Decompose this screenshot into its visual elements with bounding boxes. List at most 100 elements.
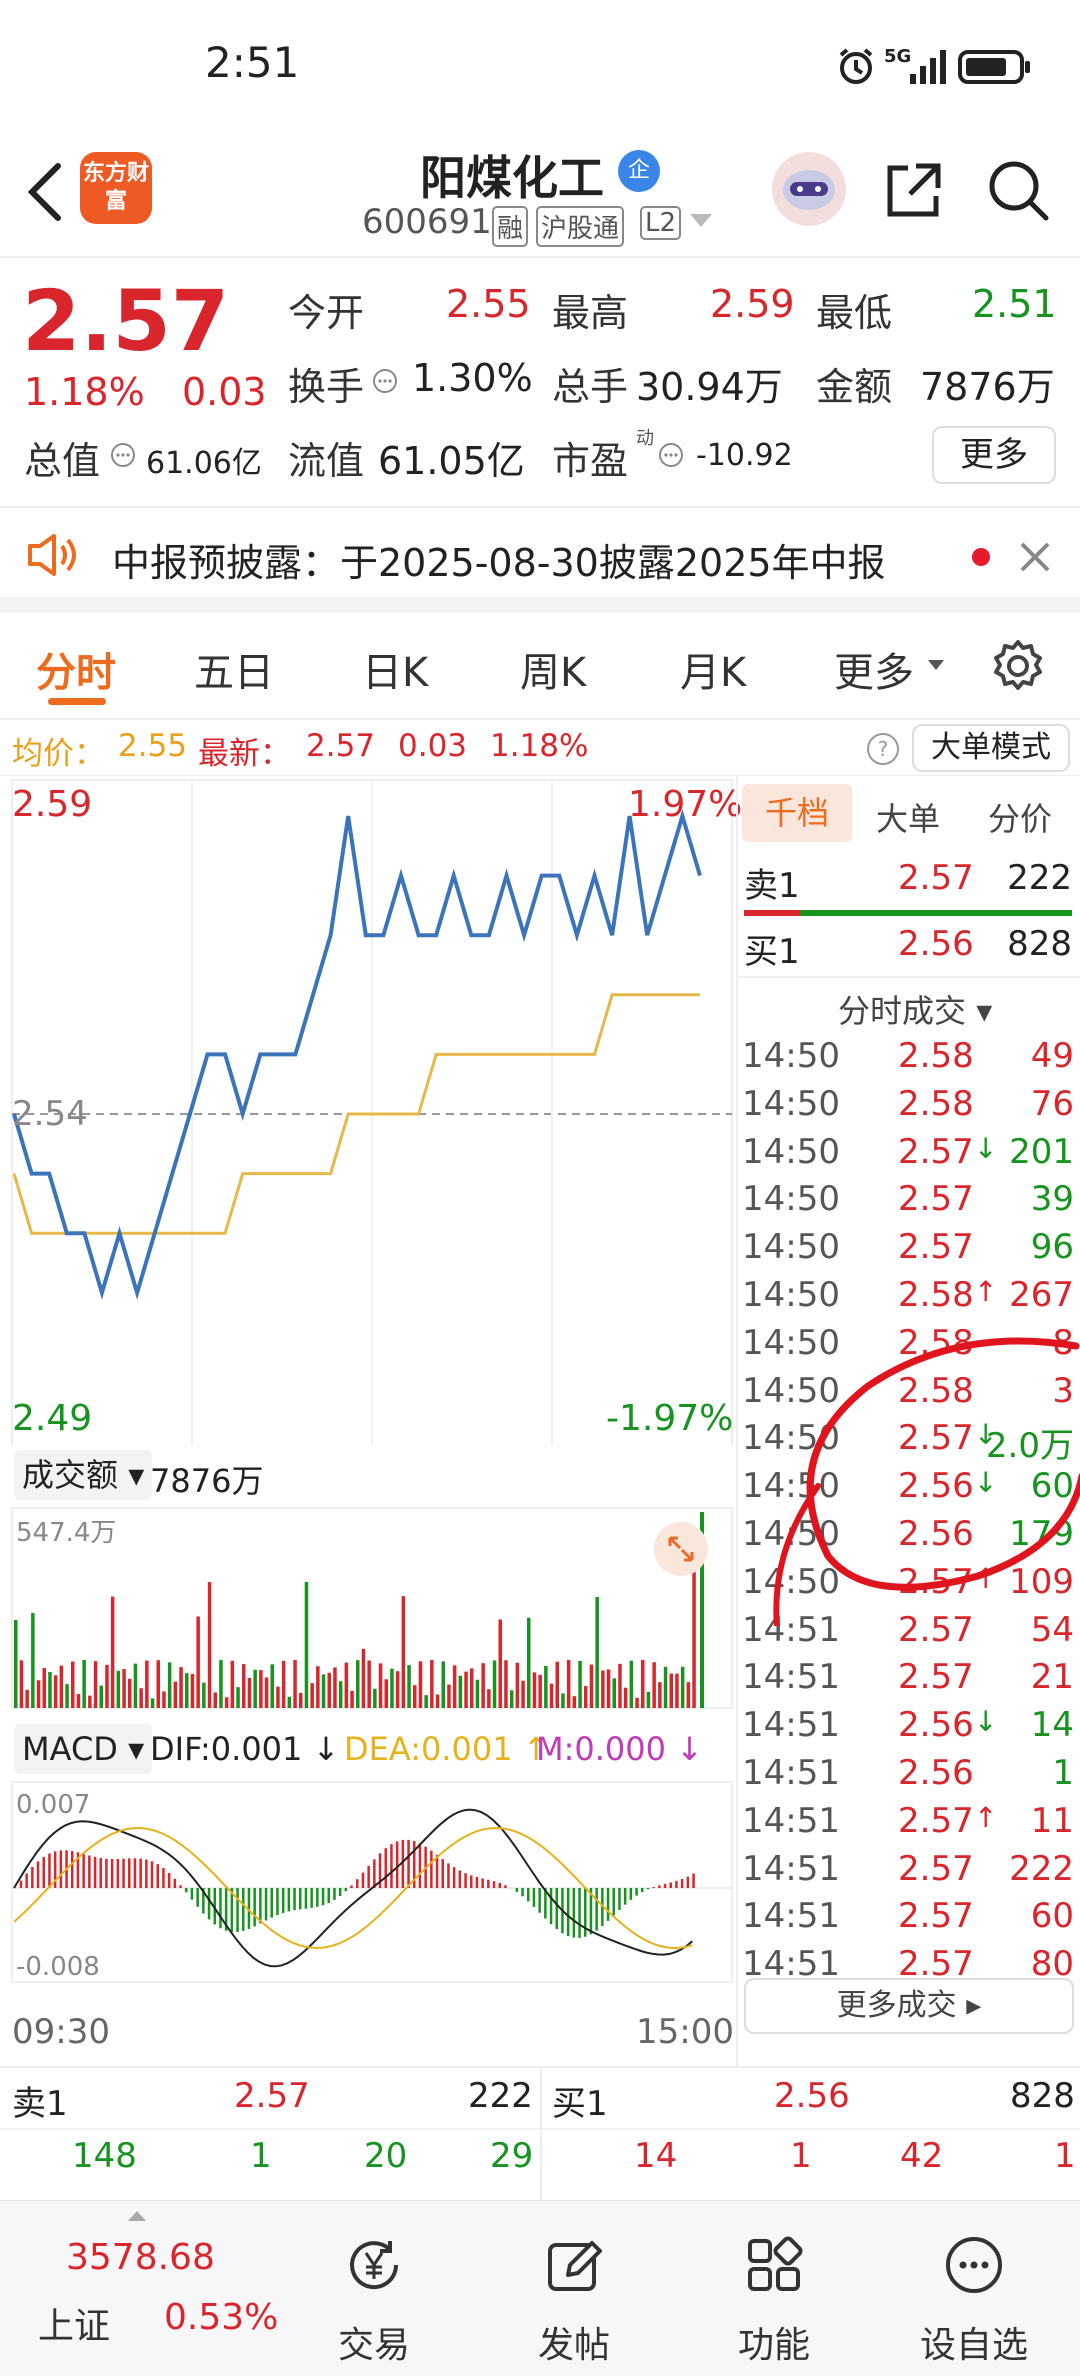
nav-functions[interactable]: 功能 (714, 2201, 834, 2376)
volume-bar (304, 1581, 309, 1708)
nav-post[interactable]: 发帖 (514, 2201, 634, 2376)
index-ticker[interactable]: 3578.68 上证 0.53% (0, 2201, 290, 2376)
tick-price: 2.57 (898, 1131, 974, 1172)
macd-bar (270, 1888, 273, 1918)
volume-bar (527, 1617, 531, 1708)
margin-tag: 融 (492, 206, 529, 247)
nav-trade[interactable]: 交易 (314, 2201, 434, 2376)
ticks-title[interactable]: 分时成交 ▾ (838, 986, 992, 1032)
share-icon[interactable] (882, 158, 946, 222)
tick-row: 14:51 2.56 1 (738, 1753, 1080, 1801)
macd-bar (110, 1859, 114, 1888)
macd-bar (475, 1877, 479, 1888)
macd-selector[interactable]: MACD ▾ (14, 1724, 153, 1774)
volume-selector[interactable]: 成交额 ▾ (14, 1450, 153, 1500)
tab-monthly-k[interactable]: 月K (680, 640, 746, 698)
tick-price: 2.57 (898, 1800, 974, 1841)
tab-big-orders[interactable]: 大单 (876, 794, 940, 840)
macd-bar (253, 1888, 256, 1927)
macd-bar (669, 1882, 672, 1888)
macd-bar (162, 1868, 165, 1888)
more-button[interactable]: 更多 (932, 426, 1056, 484)
tab-daily-k[interactable]: 日K (362, 640, 428, 698)
macd-bar (133, 1858, 137, 1888)
tab-intraday[interactable]: 分时 (36, 640, 116, 698)
bid-detail: 1 (1054, 2136, 1076, 2176)
notice-bar[interactable]: 中报预披露：于2025-08-30披露2025年中报 (0, 508, 1080, 613)
volume-selector-label: 成交额 (22, 1456, 119, 1494)
tick-price: 2.57 (898, 1179, 974, 1220)
dropdown-icon[interactable] (690, 214, 712, 227)
macd-chart[interactable] (0, 1778, 736, 1988)
macd-bar (321, 1888, 325, 1906)
macd-bar (327, 1888, 330, 1904)
macd-bar (532, 1888, 536, 1907)
gear-icon[interactable] (990, 638, 1046, 694)
close-icon[interactable] (1016, 538, 1054, 576)
back-icon[interactable] (22, 160, 66, 224)
volume-bar (310, 1683, 314, 1708)
tick-time: 14:51 (742, 1896, 840, 1937)
macd-bar (447, 1863, 450, 1888)
mcap-value: 61.06亿 (146, 446, 262, 481)
volume-bar (635, 1697, 639, 1708)
volume-bar (641, 1660, 645, 1708)
stock-header: 东方财富 阳煤化工 企 600691 融 沪股通 L2 (0, 130, 1080, 258)
tab-depth[interactable]: 千档 (742, 784, 852, 842)
tab-price-distribution[interactable]: 分价 (988, 794, 1052, 840)
volume-bar (99, 1685, 103, 1708)
macd-bar (82, 1853, 85, 1888)
macd-bar (452, 1867, 456, 1888)
macd-bar (692, 1873, 695, 1888)
help-icon[interactable]: ? (866, 732, 900, 766)
macd-bar (555, 1888, 558, 1930)
tick-time: 14:50 (742, 1083, 840, 1124)
bottom-bid-label: 买1 (552, 2084, 608, 2124)
info-icon[interactable] (372, 368, 398, 394)
volume-bar (544, 1665, 548, 1708)
bid1-label: 买1 (744, 932, 800, 972)
big-order-mode-button[interactable]: 大单模式 (912, 724, 1070, 772)
volume-bar (122, 1669, 126, 1708)
tick-row: 14:51 2.57 ↑ 11 (738, 1801, 1080, 1849)
macd-bar (281, 1888, 285, 1913)
unread-dot (972, 548, 990, 566)
latest-label: 最新： (198, 736, 291, 772)
macd-bar (578, 1888, 581, 1938)
company-badge: 企 (618, 150, 660, 192)
tick-qty: 14 (1030, 1705, 1074, 1746)
assistant-avatar[interactable] (772, 152, 846, 226)
open-label: 今开 (288, 291, 365, 335)
search-icon[interactable] (986, 158, 1052, 224)
macd-bar (481, 1878, 484, 1888)
more-ticks-button[interactable]: 更多成交 ▸ (744, 1978, 1074, 2034)
macd-bar (105, 1858, 108, 1888)
tab-weekly-k[interactable]: 周K (520, 640, 586, 698)
macd-bar (646, 1888, 650, 1890)
bid-bar (800, 910, 1072, 916)
info-icon[interactable] (658, 442, 684, 468)
macd-bar (304, 1888, 308, 1909)
tab-five-day[interactable]: 五日 (194, 640, 274, 698)
expand-icon[interactable] (654, 1522, 708, 1576)
macd-bar (350, 1885, 353, 1888)
macd-top-label: 0.007 (16, 1790, 91, 1820)
volume-bar (384, 1679, 388, 1708)
volume-bar (14, 1620, 18, 1708)
volume-bar (202, 1682, 206, 1708)
volume-bar (367, 1660, 371, 1708)
volume-bar (441, 1661, 445, 1708)
macd-bar (435, 1854, 439, 1888)
nav-watchlist[interactable]: 设自选 (914, 2201, 1034, 2376)
tab-more[interactable]: 更多 (834, 640, 914, 698)
volume-label: 总手 (552, 365, 629, 409)
volume-bar (53, 1675, 58, 1708)
volume-bar (230, 1660, 235, 1708)
tick-row: 14:51 2.57 21 (738, 1657, 1080, 1705)
tick-time: 14:50 (742, 1131, 840, 1172)
tick-qty: 39 (1030, 1179, 1074, 1220)
price-chart[interactable] (0, 776, 736, 1446)
macd-bar (663, 1883, 667, 1888)
info-icon[interactable] (110, 442, 136, 468)
volume-bar (549, 1683, 554, 1708)
